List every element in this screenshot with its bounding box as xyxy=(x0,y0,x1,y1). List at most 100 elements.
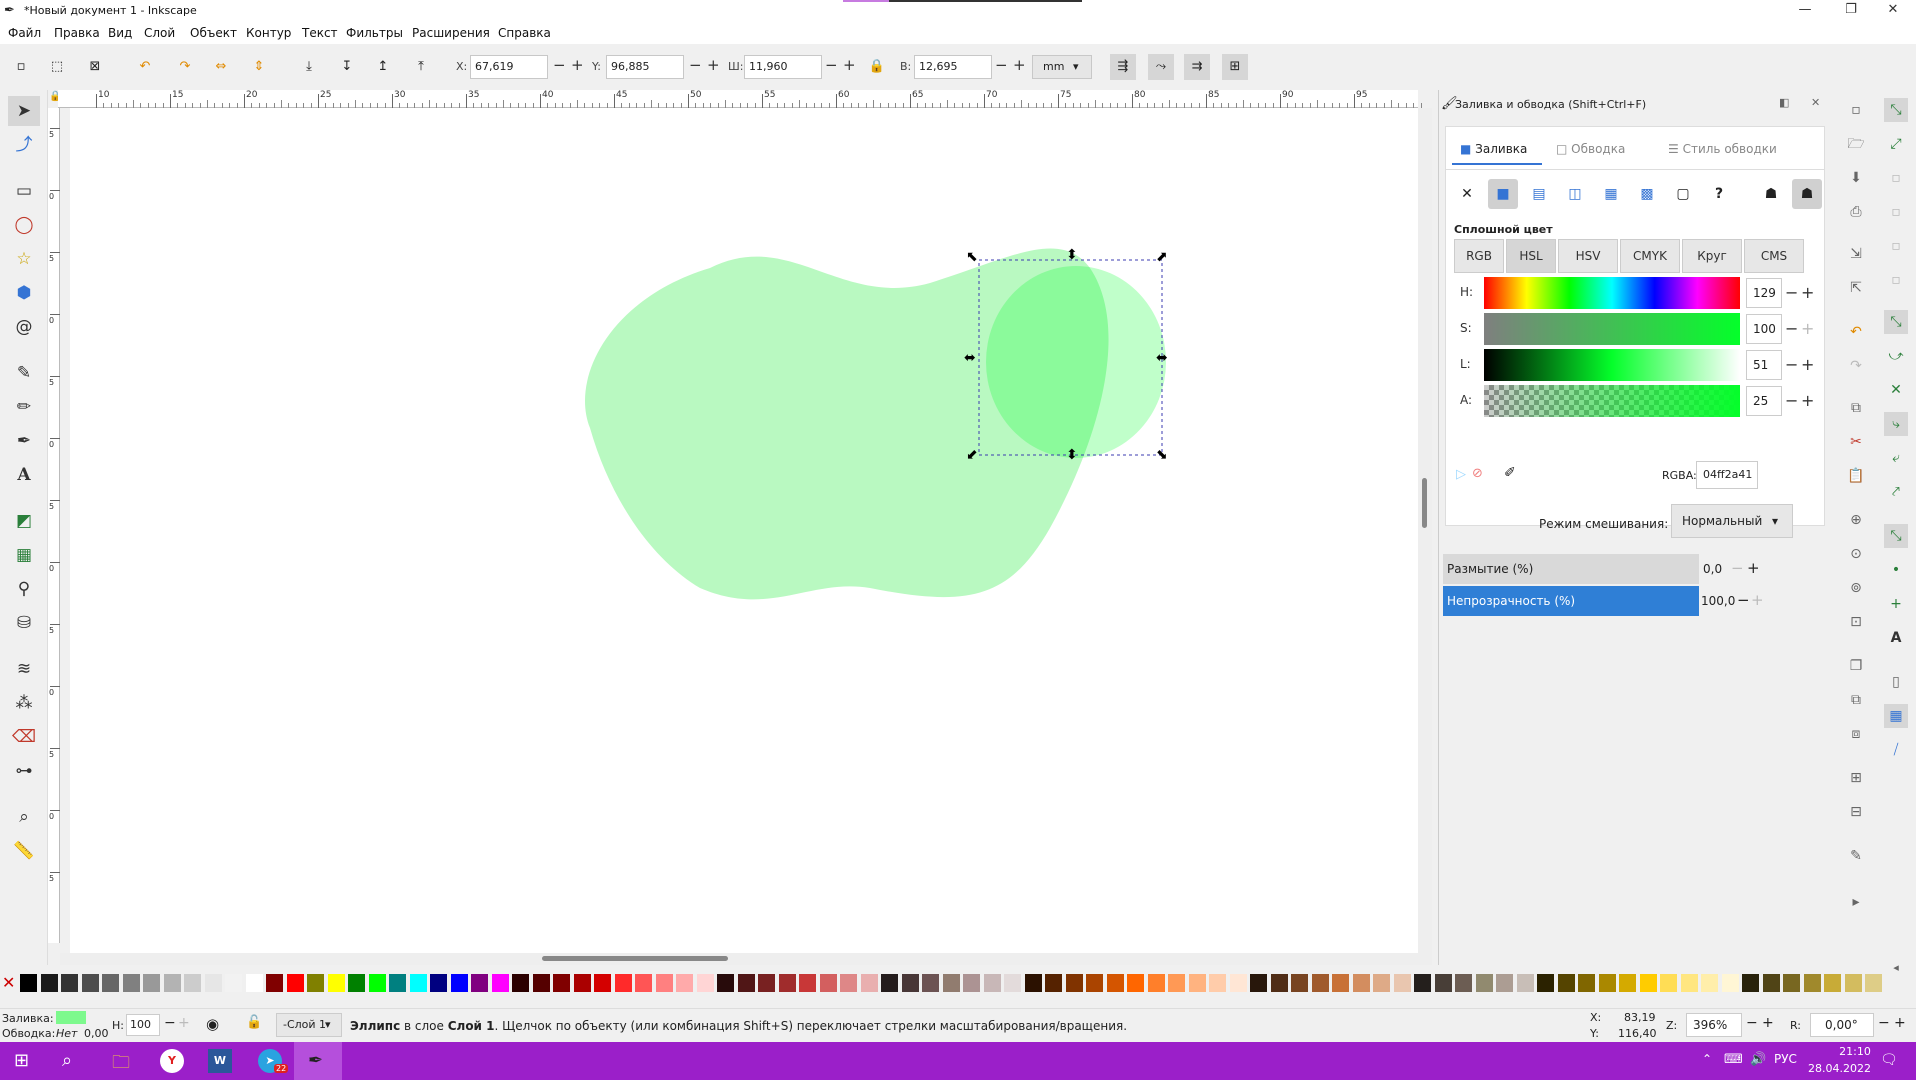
layer-visibility-icon[interactable]: ◉ xyxy=(206,1015,219,1033)
zoom-input[interactable]: 396% xyxy=(1686,1013,1742,1037)
network-icon[interactable]: ⌨ xyxy=(1724,1052,1743,1067)
palette-swatch[interactable] xyxy=(348,974,365,992)
group-icon[interactable]: ⊞ xyxy=(1844,766,1868,790)
eraser-tool-icon[interactable]: ⌫ xyxy=(8,722,40,752)
menu-text[interactable]: Текст xyxy=(302,26,338,40)
dropper-tool-icon[interactable]: ⚲ xyxy=(8,574,40,604)
node-tool-icon[interactable]: ⤴ xyxy=(8,130,40,160)
a-increment[interactable]: + xyxy=(1801,391,1814,410)
a-slider[interactable] xyxy=(1484,385,1740,417)
palette-swatch[interactable] xyxy=(1516,974,1534,992)
s-decrement[interactable]: − xyxy=(1785,319,1798,338)
calligraphy-tool-icon[interactable]: ✒ xyxy=(8,426,40,456)
mode-hsl[interactable]: HSL xyxy=(1506,239,1556,273)
dialog-close-icon[interactable]: ✕ xyxy=(1811,96,1820,109)
palette-swatch[interactable] xyxy=(1168,974,1185,992)
mesh-tool-icon[interactable]: ▦ xyxy=(8,540,40,570)
status-opacity-decrement[interactable]: − xyxy=(164,1015,176,1031)
palette-swatch[interactable] xyxy=(1824,974,1841,992)
undo-icon[interactable]: ↶ xyxy=(1844,320,1868,344)
windows-start-icon[interactable]: ⊞ xyxy=(14,1050,29,1071)
unset-paint-icon[interactable]: ? xyxy=(1704,179,1734,209)
no-color-swatch-icon[interactable]: ✕ xyxy=(2,974,15,992)
menu-path[interactable]: Контур xyxy=(246,26,291,40)
height-decrement[interactable]: − xyxy=(995,58,1008,73)
palette-swatch[interactable] xyxy=(327,974,345,992)
palette-swatch[interactable] xyxy=(122,974,140,992)
blur-value[interactable]: 0,0 xyxy=(1703,562,1722,576)
width-decrement[interactable]: − xyxy=(825,58,838,73)
palette-swatch[interactable] xyxy=(1393,974,1411,992)
tweak-tool-icon[interactable]: ≋ xyxy=(8,654,40,684)
taskbar-inkscape-active[interactable]: ✒ xyxy=(294,1042,342,1080)
snap-others-icon[interactable]: ⤡ xyxy=(1884,524,1908,548)
fill-rule-nonzero-icon[interactable]: ☗ xyxy=(1792,179,1822,209)
tab-stroke-style[interactable]: ☰ Стиль обводки xyxy=(1668,133,1808,165)
ellipse-tool-icon[interactable]: ◯ xyxy=(8,210,40,240)
measure-tool-icon[interactable]: 📏 xyxy=(8,836,40,866)
rotate-ccw-icon[interactable]: ↶ xyxy=(132,54,158,80)
palette-swatch[interactable] xyxy=(1578,974,1595,992)
palette-swatch[interactable] xyxy=(553,974,570,992)
open-icon[interactable]: 🗁 xyxy=(1844,132,1868,156)
flip-horizontal-icon[interactable]: ⇔ xyxy=(208,54,234,80)
zoom-increment[interactable]: + xyxy=(1762,1015,1774,1031)
rectangle-tool-icon[interactable]: ▭ xyxy=(8,176,40,206)
lower-icon[interactable]: ↧ xyxy=(334,54,360,80)
palette-swatch[interactable] xyxy=(40,974,58,992)
no-paint-icon[interactable]: ✕ xyxy=(1452,179,1482,209)
palette-swatch[interactable] xyxy=(696,974,714,992)
palette-swatch[interactable] xyxy=(758,974,775,992)
scale-handle-e-icon[interactable]: ⬌ xyxy=(1156,351,1168,365)
radial-gradient-icon[interactable]: ◫ xyxy=(1560,179,1590,209)
snap-toggle-icon[interactable]: ⤡ xyxy=(1884,98,1908,122)
l-value-input[interactable]: 51 xyxy=(1746,350,1782,380)
h-decrement[interactable]: − xyxy=(1785,283,1798,302)
tab-fill[interactable]: ■ Заливка xyxy=(1452,133,1542,165)
opacity-increment[interactable]: + xyxy=(1751,591,1764,609)
scale-handle-sw-icon[interactable]: ⬋ xyxy=(966,448,978,462)
snap-guides-icon[interactable]: ⧸ xyxy=(1884,738,1908,762)
a-decrement[interactable]: − xyxy=(1785,391,1798,410)
color-picker-icon[interactable]: ✐ xyxy=(1504,465,1516,481)
palette-swatch[interactable] xyxy=(1639,974,1657,992)
palette-swatch[interactable] xyxy=(307,974,324,992)
palette-swatch[interactable] xyxy=(389,974,406,992)
snap-paths-icon[interactable]: ⤻ xyxy=(1884,344,1908,368)
clock-date[interactable]: 28.04.2022 xyxy=(1808,1062,1871,1075)
menu-file[interactable]: Файл xyxy=(8,26,41,40)
palette-swatch[interactable] xyxy=(1434,974,1452,992)
palette-swatch[interactable] xyxy=(163,974,181,992)
palette-swatch[interactable] xyxy=(573,974,591,992)
palette-swatch[interactable] xyxy=(184,974,201,992)
status-opacity-input[interactable]: 100 xyxy=(126,1014,160,1036)
ellipse-shape[interactable] xyxy=(986,266,1166,458)
palette-swatch[interactable] xyxy=(1106,974,1124,992)
palette-swatch[interactable] xyxy=(1147,974,1165,992)
snap-intersections-icon[interactable]: ✕ xyxy=(1884,378,1908,402)
swatch-icon[interactable]: ▢ xyxy=(1668,179,1698,209)
snap-cusp-nodes-icon[interactable]: ⤷ xyxy=(1884,412,1908,436)
rotation-increment[interactable]: + xyxy=(1894,1015,1906,1031)
blur-increment[interactable]: + xyxy=(1747,559,1760,577)
mode-cms[interactable]: CMS xyxy=(1744,239,1804,273)
redo-icon[interactable]: ↷ xyxy=(1844,354,1868,378)
palette-swatch[interactable] xyxy=(594,974,611,992)
scale-corners-icon[interactable]: ⤳ xyxy=(1148,54,1174,80)
transform-patterns-icon[interactable]: ⊞ xyxy=(1222,54,1248,80)
palette-swatch[interactable] xyxy=(1209,974,1226,992)
palette-swatch[interactable] xyxy=(1865,974,1882,992)
palette-swatch[interactable] xyxy=(225,974,242,992)
box3d-tool-icon[interactable]: ⬢ xyxy=(8,278,40,308)
palette-swatch[interactable] xyxy=(1127,974,1144,992)
maximize-button[interactable]: ❐ xyxy=(1828,0,1874,22)
scale-handle-nw-icon[interactable]: ⬉ xyxy=(966,250,978,264)
palette-swatch[interactable] xyxy=(1188,974,1206,992)
palette-swatch[interactable] xyxy=(1598,974,1616,992)
paste-icon[interactable]: 📋 xyxy=(1844,464,1868,488)
flat-color-icon[interactable]: ■ xyxy=(1488,179,1518,209)
palette-swatch[interactable] xyxy=(1762,974,1780,992)
snap-rotation-centers-icon[interactable]: + xyxy=(1884,592,1908,616)
export-icon[interactable]: ⇱ xyxy=(1844,276,1868,300)
palette-swatch[interactable] xyxy=(717,974,734,992)
